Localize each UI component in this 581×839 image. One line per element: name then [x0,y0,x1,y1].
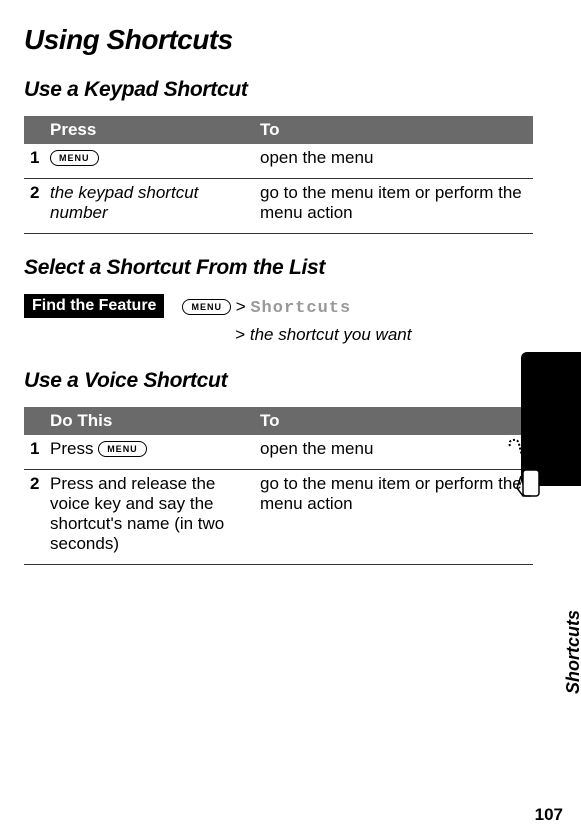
menu-key-icon: MENU [98,441,147,457]
find-feature-row: Find the Feature MENU > Shortcuts > the … [24,294,533,347]
row-result: open the menu [254,144,533,179]
table-row: 2 Press and release the voice key and sa… [24,470,533,565]
col-do-this: Do This [44,407,254,435]
section-heading-keypad: Use a Keypad Shortcut [24,78,533,102]
row-action: the keypad shortcut number [44,179,254,234]
row-result: go to the menu item or perform the menu … [254,470,533,565]
find-feature-label: Find the Feature [24,294,164,318]
side-tab-label: Shortcuts [563,610,581,694]
row-number: 1 [24,435,44,470]
row-number: 2 [24,470,44,565]
row-number: 2 [24,179,44,234]
page-title: Using Shortcuts [24,24,533,56]
path-gt: > [236,297,246,316]
col-to: To [254,407,533,435]
row-result: open the menu [254,435,533,470]
hand-phone-icon [503,438,543,500]
row-number: 1 [24,144,44,179]
table-row: 1 MENU open the menu [24,144,533,179]
row-action-text: Press and release the voice key and say … [44,470,254,565]
table-row: 1 Press MENU open the menu [24,435,533,470]
keypad-shortcut-table: Press To 1 MENU open the menu 2 the keyp… [24,116,533,234]
col-press: Press [44,116,254,144]
menu-key-icon: MENU [182,299,231,315]
row-result: go to the menu item or perform the menu … [254,179,533,234]
voice-shortcut-table: Do This To 1 Press MENU open the menu 2 … [24,407,533,565]
row-action-text: Press [50,439,98,458]
menu-key-icon: MENU [50,150,99,166]
section-heading-select: Select a Shortcut From the List [24,256,533,280]
path-gt: > [235,325,245,344]
col-to: To [254,116,533,144]
path-shortcuts: Shortcuts [250,299,351,318]
section-heading-voice: Use a Voice Shortcut [24,369,533,393]
page-number: 107 [535,805,563,825]
table-row: 2 the keypad shortcut number go to the m… [24,179,533,234]
path-target: the shortcut you want [250,325,412,344]
